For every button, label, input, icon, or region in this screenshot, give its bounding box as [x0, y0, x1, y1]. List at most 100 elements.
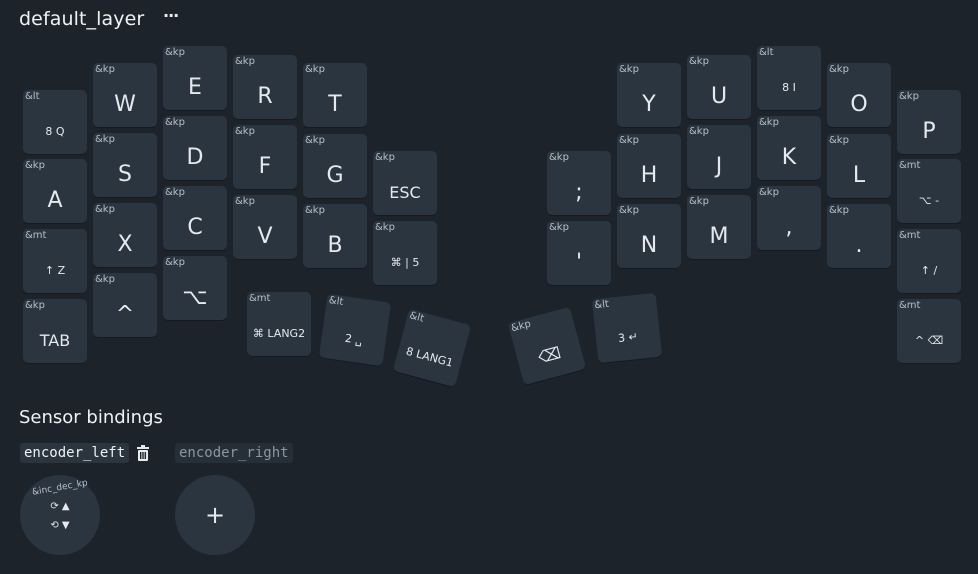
key[interactable]: &kp J	[687, 125, 751, 189]
encoder-cw-action: ⟳ ▲	[50, 501, 70, 512]
key[interactable]: &mt ↑ /	[897, 229, 961, 293]
key[interactable]: &kp C	[163, 186, 227, 250]
add-encoder-binding-button[interactable]: +	[175, 475, 255, 555]
key[interactable]: &kp ⌫	[507, 306, 587, 386]
key-behavior: &lt	[593, 298, 610, 312]
key[interactable]: &kp ^	[93, 273, 157, 337]
key[interactable]: &kp.	[827, 204, 891, 268]
key-label: J	[715, 153, 723, 179]
key[interactable]: &kp Y	[617, 63, 681, 127]
encoder-right-tab[interactable]: encoder_right	[175, 443, 293, 463]
key-behavior: &kp	[235, 56, 255, 67]
key-label: ↑ /	[920, 263, 938, 277]
key[interactable]: &kp X	[93, 203, 157, 267]
key-label: F	[258, 153, 272, 179]
key-label: ⌥	[182, 284, 208, 310]
key[interactable]: &mt ^ ⌫	[897, 299, 961, 363]
key-label: ⌘ LANG2	[252, 326, 306, 340]
key[interactable]: &kp W	[93, 63, 157, 127]
key-behavior: &mt	[249, 293, 271, 304]
key-behavior: &kp	[305, 64, 325, 75]
key-behavior: &kp	[375, 152, 395, 163]
key[interactable]: &kp '	[547, 221, 611, 285]
key[interactable]: &kp K	[757, 116, 821, 180]
key[interactable]: &lt 2 ␣	[318, 293, 392, 367]
key[interactable]: &kp A	[23, 159, 87, 223]
key-label: W	[114, 91, 136, 117]
key-behavior: &kp	[25, 160, 45, 171]
key-behavior: &kp	[375, 222, 395, 233]
key[interactable]: &kp G	[303, 134, 367, 198]
key[interactable]: &kp R	[233, 55, 297, 119]
key-label: K	[781, 144, 797, 170]
key[interactable]: &lt 8 I	[757, 46, 821, 110]
encoder-binding-label: &inc_dec_kp	[31, 478, 89, 498]
sensor-bindings-title: Sensor bindings	[19, 407, 163, 428]
key[interactable]: &mt ↑ Z	[23, 229, 87, 293]
key-behavior: &kp	[619, 135, 639, 146]
key[interactable]: &kp F	[233, 125, 297, 189]
encoder-left-tab[interactable]: encoder_left	[20, 443, 130, 463]
key[interactable]: &mt ⌥ -	[897, 159, 961, 223]
key-behavior: &mt	[899, 300, 921, 311]
key[interactable]: &kp N	[617, 204, 681, 268]
key-behavior: &kp	[549, 152, 569, 163]
key-behavior: &kp	[689, 196, 709, 207]
key-label: TAB	[39, 330, 71, 350]
key-behavior: &kp	[95, 204, 115, 215]
key[interactable]: &lt 8 Q	[23, 90, 87, 154]
key-label: ⌘ | 5	[390, 255, 420, 269]
key[interactable]: &kp L	[827, 134, 891, 198]
key[interactable]: &lt 3 ↵	[591, 292, 663, 364]
key-behavior: &mt	[25, 230, 47, 241]
key-label: U	[710, 83, 728, 109]
key-label: ;	[575, 179, 583, 205]
key[interactable]: &kp;	[547, 151, 611, 215]
key-label: ESC	[389, 182, 421, 202]
key[interactable]: &kp ⌥	[163, 256, 227, 320]
key-behavior: &lt	[25, 91, 40, 102]
key-behavior: &kp	[689, 126, 709, 137]
key[interactable]: &kp M	[687, 195, 751, 259]
key-behavior: &lt	[408, 310, 426, 325]
key[interactable]: &kp T	[303, 63, 367, 127]
key[interactable]: &kp V	[233, 195, 297, 259]
key-behavior: &kp	[25, 300, 45, 311]
key[interactable]: &kp P	[897, 90, 961, 154]
key-label: ⌫	[535, 342, 563, 367]
key-label: ,	[785, 214, 793, 240]
key[interactable]: &kp D	[163, 116, 227, 180]
key[interactable]: &kp S	[93, 133, 157, 197]
key-label: X	[117, 231, 133, 257]
key-label: '	[575, 249, 583, 275]
key-label: 8 I	[782, 80, 796, 94]
key-label: 8 LANG1	[404, 344, 455, 370]
key-behavior: &mt	[899, 230, 921, 241]
key[interactable]: &lt 8 LANG1	[392, 308, 472, 388]
key-label: 2 ␣	[344, 331, 364, 347]
trash-icon[interactable]	[136, 445, 150, 461]
key[interactable]: &kp E	[163, 46, 227, 110]
encoder-binding-button[interactable]: &inc_dec_kp ⟳ ▲ ⟲ ▼	[20, 475, 100, 555]
key-behavior: &lt	[328, 295, 344, 309]
key[interactable]: &kp ⌘ | 5	[373, 221, 437, 285]
key-behavior: &kp	[829, 64, 849, 75]
key[interactable]: &kp U	[687, 55, 751, 119]
key-label: C	[187, 214, 203, 240]
key[interactable]: &kp B	[303, 204, 367, 268]
key-behavior: &kp	[235, 196, 255, 207]
key-behavior: &kp	[165, 257, 185, 268]
key[interactable]: &kp O	[827, 63, 891, 127]
key[interactable]: &kp TAB	[23, 299, 87, 363]
key[interactable]: &mt ⌘ LANG2	[247, 292, 311, 356]
key-behavior: &kp	[759, 117, 779, 128]
key[interactable]: &kp H	[617, 134, 681, 198]
key-behavior: &kp	[165, 117, 185, 128]
key[interactable]: &kp ESC	[373, 151, 437, 215]
key-behavior: &kp	[509, 318, 533, 335]
key-label: ↑ Z	[44, 263, 66, 277]
key[interactable]: &kp,	[757, 186, 821, 250]
key-label: 8 Q	[45, 124, 65, 138]
key-label: O	[850, 91, 868, 117]
key-label: ⌥ -	[918, 193, 940, 207]
